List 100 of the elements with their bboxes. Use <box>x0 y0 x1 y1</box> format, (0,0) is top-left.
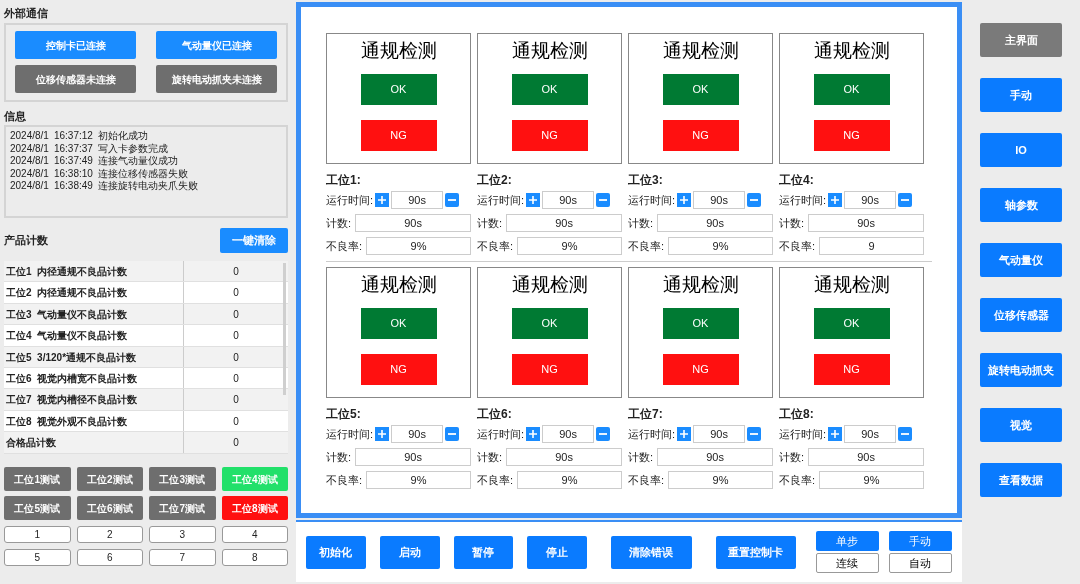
nav-button[interactable]: 旋转电动抓夹 <box>980 353 1062 387</box>
minus-button[interactable] <box>596 427 611 441</box>
station-test-button[interactable]: 工位2测试 <box>76 467 143 491</box>
ng-button[interactable]: NG <box>511 120 588 151</box>
nav-button[interactable]: IO <box>980 133 1062 167</box>
nav-button[interactable]: 主界面 <box>980 23 1062 57</box>
number-button[interactable]: 5 <box>4 549 71 566</box>
plus-button[interactable] <box>828 427 843 441</box>
control-button[interactable]: 暂停 <box>453 535 514 569</box>
control-button[interactable]: 重置控制卡 <box>715 535 796 569</box>
nav-button[interactable]: 查看数据 <box>980 463 1062 497</box>
number-button[interactable]: 2 <box>76 526 143 543</box>
ok-button[interactable]: OK <box>662 74 739 105</box>
nav-button[interactable]: 手动 <box>980 78 1062 112</box>
connection-status-button[interactable]: 控制卡已连接 <box>15 31 136 59</box>
station-test-button[interactable]: 工位6测试 <box>76 496 143 520</box>
number-button[interactable]: 6 <box>76 549 143 566</box>
connection-status-button[interactable]: 气动量仪已连接 <box>156 31 277 59</box>
ok-button[interactable]: OK <box>360 308 437 339</box>
count-field[interactable]: 90s <box>506 214 622 232</box>
ng-button[interactable]: NG <box>662 354 739 385</box>
ng-button[interactable]: NG <box>360 120 437 151</box>
ok-button[interactable]: OK <box>813 308 890 339</box>
number-button[interactable]: 3 <box>149 526 216 543</box>
reject-rate-field[interactable]: 9 <box>819 237 924 255</box>
ok-button[interactable]: OK <box>813 74 890 105</box>
ng-button[interactable]: NG <box>813 354 890 385</box>
control-button[interactable]: 清除错误 <box>611 535 692 569</box>
log-time: 16:37:49 <box>53 155 93 168</box>
number-button[interactable]: 8 <box>221 549 288 566</box>
minus-button[interactable] <box>898 427 913 441</box>
number-button[interactable]: 7 <box>149 549 216 566</box>
reject-rate-field[interactable]: 9% <box>668 471 773 489</box>
log-message: 写入卡参数完成 <box>97 142 168 155</box>
minus-button[interactable] <box>898 193 913 207</box>
mode-button[interactable]: 自动 <box>888 553 952 573</box>
ok-button[interactable]: OK <box>511 308 588 339</box>
station-test-button[interactable]: 工位1测试 <box>4 467 71 491</box>
count-field[interactable]: 90s <box>657 214 773 232</box>
runtime-field[interactable]: 90s <box>693 425 746 443</box>
reject-rate-field[interactable]: 9% <box>366 237 471 255</box>
mode-button[interactable]: 连续 <box>815 553 879 573</box>
plus-button[interactable] <box>828 193 843 207</box>
count-field[interactable]: 90s <box>355 214 471 232</box>
ng-button[interactable]: NG <box>360 354 437 385</box>
control-button[interactable]: 初始化 <box>306 535 366 569</box>
clear-all-button[interactable]: 一键清除 <box>220 227 288 253</box>
plus-button[interactable] <box>526 193 541 207</box>
reject-rate-field[interactable]: 9% <box>668 237 773 255</box>
count-field[interactable]: 90s <box>808 448 924 466</box>
ok-button[interactable]: OK <box>511 74 588 105</box>
table-cell-text: 0 <box>232 350 240 365</box>
station-test-button[interactable]: 工位5测试 <box>4 496 71 520</box>
reject-rate-field[interactable]: 9% <box>819 471 924 489</box>
number-button[interactable]: 4 <box>221 526 288 543</box>
reject-rate-field[interactable]: 9% <box>517 471 622 489</box>
runtime-field[interactable]: 90s <box>844 191 897 209</box>
ok-button[interactable]: OK <box>662 308 739 339</box>
plus-button[interactable] <box>375 193 390 207</box>
runtime-field[interactable]: 90s <box>391 425 444 443</box>
reject-rate-field[interactable]: 9% <box>366 471 471 489</box>
count-field[interactable]: 90s <box>808 214 924 232</box>
plus-button[interactable] <box>526 427 541 441</box>
control-button[interactable]: 停止 <box>527 535 588 569</box>
count-field[interactable]: 90s <box>657 448 773 466</box>
ng-button[interactable]: NG <box>813 120 890 151</box>
runtime-field[interactable]: 90s <box>542 425 595 443</box>
control-button[interactable]: 启动 <box>379 535 440 569</box>
reject-rate-label: 不良率: <box>477 472 514 488</box>
runtime-field[interactable]: 90s <box>693 191 746 209</box>
station-test-button[interactable]: 工位8测试 <box>221 496 288 520</box>
runtime-field[interactable]: 90s <box>844 425 897 443</box>
scrollbar[interactable] <box>283 263 286 395</box>
nav-button[interactable]: 视觉 <box>980 408 1062 442</box>
nav-button[interactable]: 轴参数 <box>980 188 1062 222</box>
connection-status-button[interactable]: 旋转电动抓夹未连接 <box>156 65 277 93</box>
count-field[interactable]: 90s <box>355 448 471 466</box>
count-field[interactable]: 90s <box>506 448 622 466</box>
runtime-field[interactable]: 90s <box>391 191 444 209</box>
ng-button[interactable]: NG <box>511 354 588 385</box>
station-test-button[interactable]: 工位7测试 <box>149 496 216 520</box>
nav-button[interactable]: 位移传感器 <box>980 298 1062 332</box>
minus-button[interactable] <box>747 427 762 441</box>
minus-button[interactable] <box>445 193 460 207</box>
mode-button[interactable]: 单步 <box>815 531 879 551</box>
plus-button[interactable] <box>375 427 390 441</box>
minus-button[interactable] <box>596 193 611 207</box>
runtime-field[interactable]: 90s <box>542 191 595 209</box>
nav-button[interactable]: 气动量仪 <box>980 243 1062 277</box>
mode-button[interactable]: 手动 <box>888 531 952 551</box>
number-button[interactable]: 1 <box>4 526 71 543</box>
reject-rate-field[interactable]: 9% <box>517 237 622 255</box>
plus-button[interactable] <box>677 193 692 207</box>
minus-button[interactable] <box>445 427 460 441</box>
minus-button[interactable] <box>747 193 762 207</box>
ng-button[interactable]: NG <box>662 120 739 151</box>
ok-button[interactable]: OK <box>360 74 437 105</box>
station-test-button[interactable]: 工位3测试 <box>149 467 216 491</box>
connection-status-button[interactable]: 位移传感器未连接 <box>15 65 136 93</box>
plus-button[interactable] <box>677 427 692 441</box>
